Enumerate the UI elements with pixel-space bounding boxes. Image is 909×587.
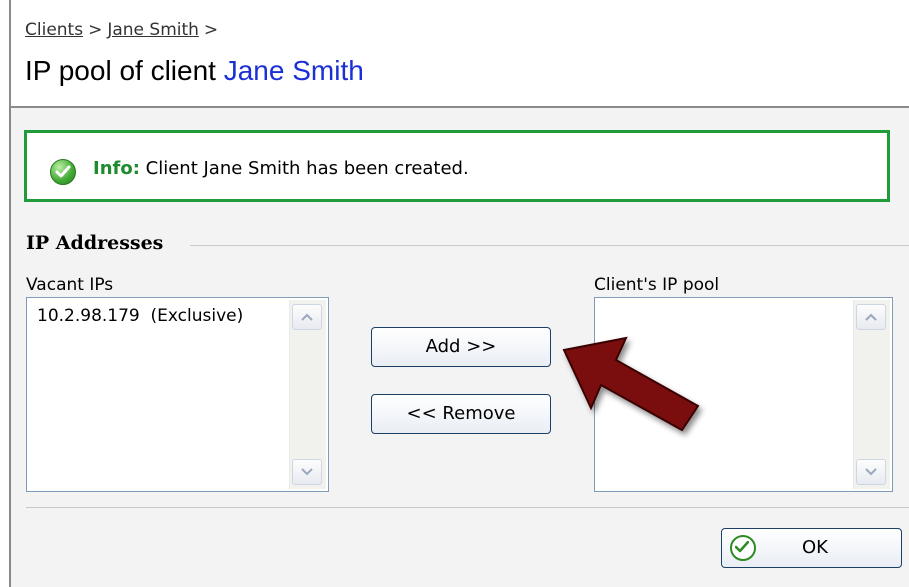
section-title: IP Addresses [26, 232, 164, 254]
breadcrumb-separator: > [88, 20, 103, 40]
check-circle-outline-icon [730, 535, 756, 561]
info-message-box: Info: Client Jane Smith has been created… [24, 130, 890, 202]
scroll-up-button[interactable] [856, 304, 886, 330]
red-arrow-icon [562, 336, 700, 432]
breadcrumb-client-link[interactable]: Jane Smith [107, 20, 199, 40]
chevron-up-icon [301, 313, 313, 321]
add-button[interactable]: Add >> [371, 327, 551, 367]
breadcrumb-clients-link[interactable]: Clients [25, 20, 83, 40]
section-divider [190, 245, 909, 246]
chevron-down-icon [301, 468, 313, 476]
info-message: Client Jane Smith has been created. [145, 158, 469, 179]
scroll-down-button[interactable] [856, 459, 886, 485]
vacant-ips-label: Vacant IPs [26, 275, 114, 295]
scroll-up-button[interactable] [292, 304, 322, 330]
ok-button[interactable]: OK [721, 528, 902, 568]
check-circle-icon [50, 159, 76, 185]
chevron-up-icon [865, 313, 877, 321]
vacant-ips-list[interactable]: 10.2.98.179 (Exclusive) [26, 297, 329, 492]
info-text: Info: Client Jane Smith has been created… [93, 158, 469, 179]
bottom-divider [26, 507, 909, 508]
page-title: IP pool of client Jane Smith [25, 55, 364, 87]
scroll-down-button[interactable] [292, 459, 322, 485]
list-item[interactable]: 10.2.98.179 (Exclusive) [37, 306, 243, 326]
vacant-ips-scrollbar[interactable] [289, 300, 326, 489]
remove-button[interactable]: << Remove [371, 394, 551, 434]
header: Clients > Jane Smith > IP pool of client Ja… [11, 0, 909, 106]
page-title-prefix: IP pool of client [25, 55, 224, 86]
breadcrumb-separator: > [203, 20, 219, 40]
dialog: Clients > Jane Smith > IP pool of client Ja… [0, 0, 909, 587]
info-label: Info: [93, 158, 140, 179]
client-ip-pool-scrollbar[interactable] [853, 300, 890, 489]
chevron-down-icon [865, 468, 877, 476]
ok-button-label: OK [802, 537, 828, 558]
client-ip-pool-label: Client's IP pool [594, 275, 720, 295]
breadcrumb: Clients > Jane Smith > [25, 20, 223, 40]
page-title-client-name: Jane Smith [223, 55, 364, 86]
